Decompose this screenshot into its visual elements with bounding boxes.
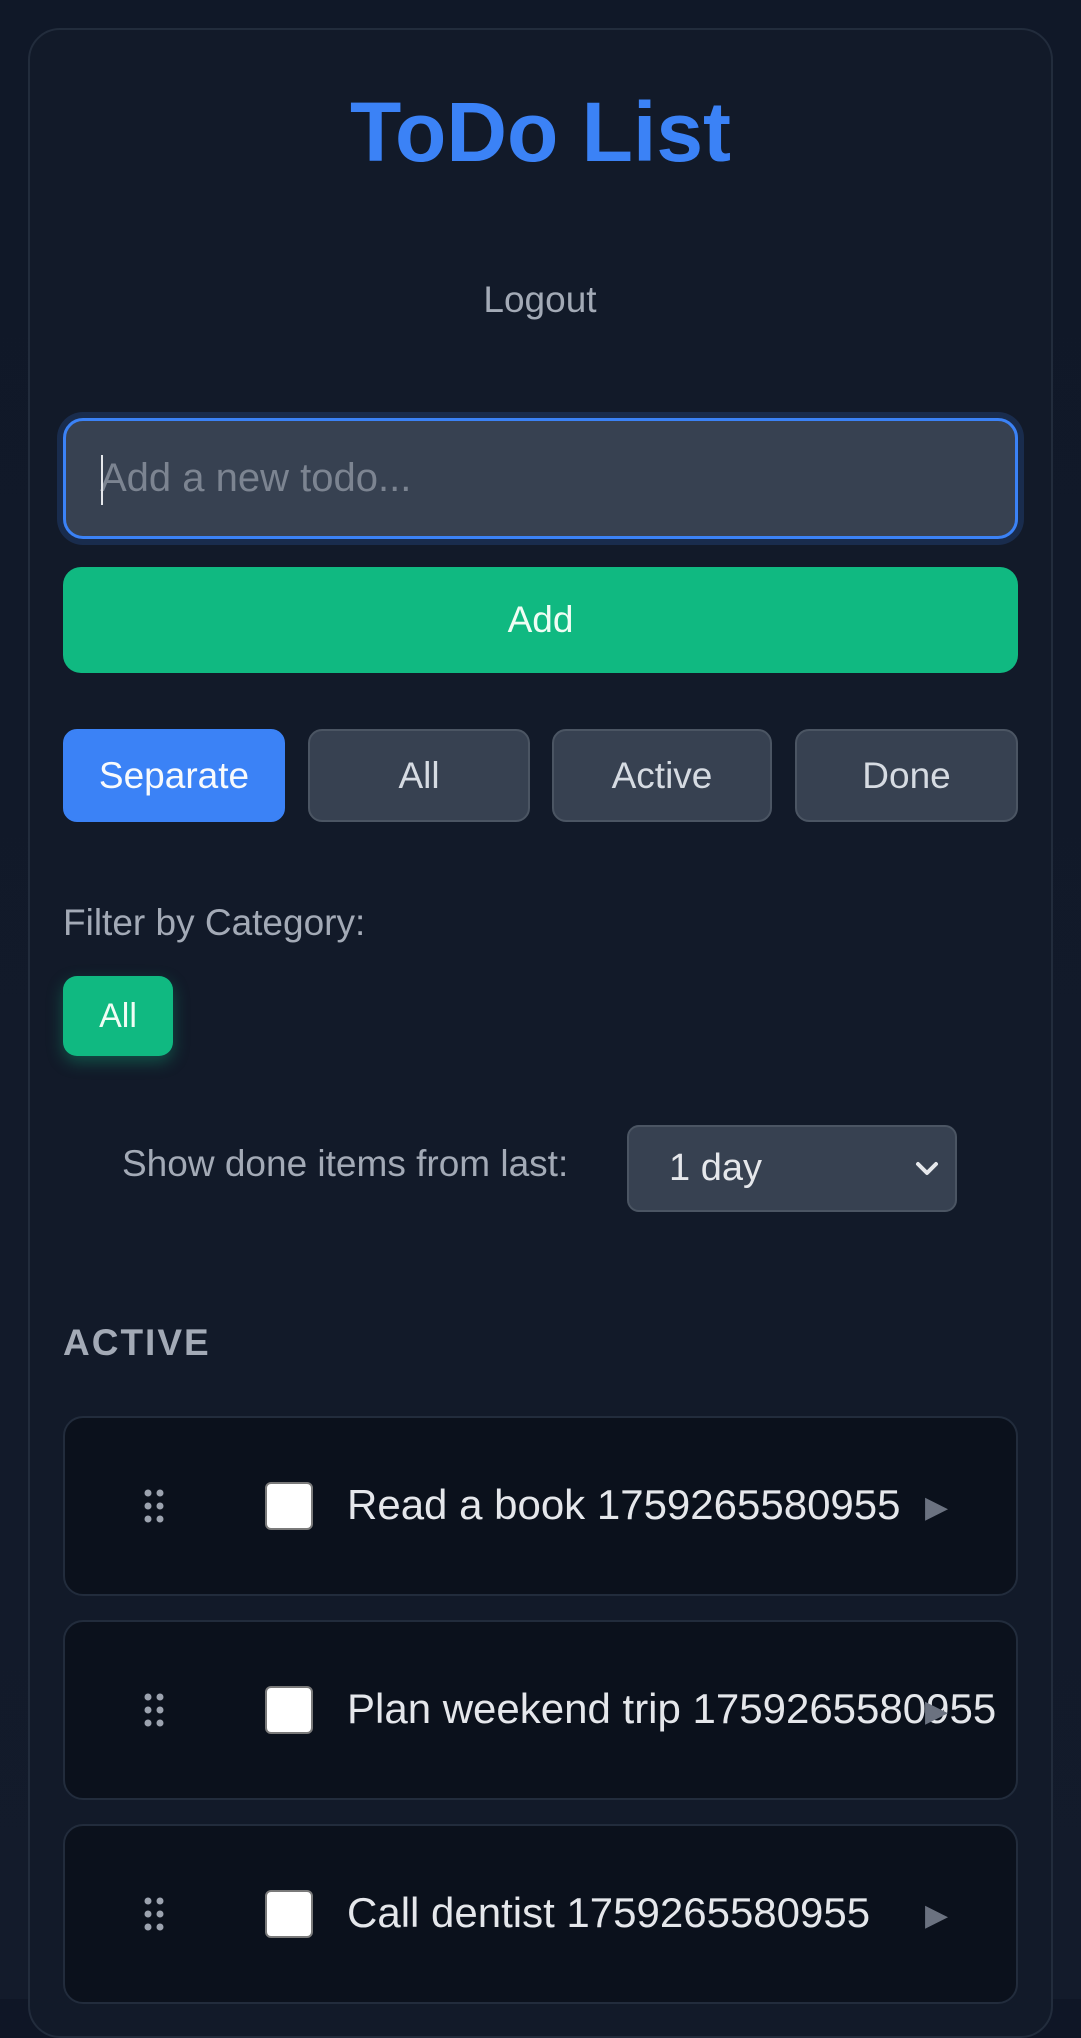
active-section-title: ACTIVE [63,1322,211,1363]
chevron-down-icon [916,1162,938,1175]
logout-link[interactable]: Logout [440,275,640,325]
view-separate-button[interactable]: Separate [63,729,285,822]
triangle-right-icon[interactable]: ▶ [925,1896,948,1936]
triangle-right-icon[interactable]: ▶ [925,1692,948,1732]
new-todo-input[interactable] [66,421,1015,536]
triangle-right-icon[interactable]: ▶ [925,1488,948,1528]
done-window-label: Show done items from last: [122,1143,569,1184]
view-done-button[interactable]: Done [795,729,1018,822]
done-window-select[interactable]: 1 day [627,1125,957,1212]
drag-handle-icon[interactable] [142,1488,166,1524]
todo-text: Call dentist 1759265580955 [347,1889,871,1936]
view-all-button[interactable]: All [308,729,530,822]
todo-checkbox[interactable] [265,1482,313,1530]
text-caret [101,455,103,505]
todo-checkbox[interactable] [265,1686,313,1734]
todo-checkbox[interactable] [265,1890,313,1938]
todo-item: Read a book 1759265580955 ▶ [63,1416,1018,1596]
page-title: ToDo List [349,85,732,179]
drag-handle-icon[interactable] [142,1896,166,1932]
new-todo-field[interactable] [63,418,1018,539]
todo-item: Plan weekend trip 1759265580955 ▶ [63,1620,1018,1800]
drag-handle-icon[interactable] [142,1692,166,1728]
view-active-button[interactable]: Active [552,729,772,822]
todo-text: Read a book 1759265580955 [347,1481,901,1528]
category-chip-all[interactable]: All [63,976,173,1056]
add-button[interactable]: Add [63,567,1018,673]
todo-item: Call dentist 1759265580955 ▶ [63,1824,1018,2004]
done-window-value: 1 day [669,1147,762,1189]
todo-text: Plan weekend trip 1759265580955 [347,1685,997,1732]
category-filter-label: Filter by Category: [63,902,366,943]
